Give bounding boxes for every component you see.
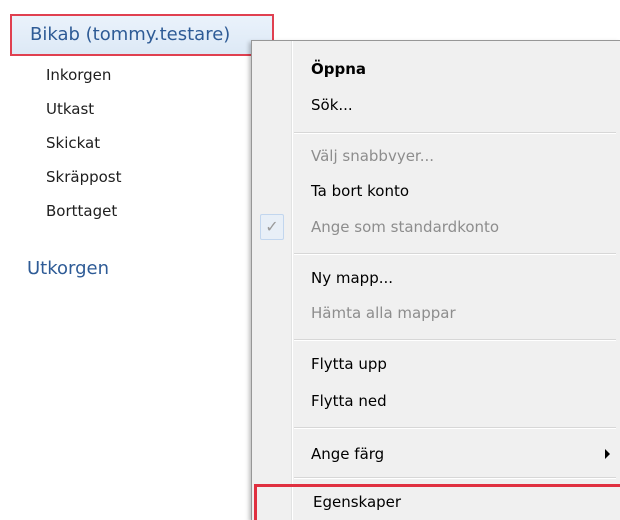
menu-item-label: Ta bort konto — [311, 182, 410, 200]
menu-item-quick-views[interactable]: Välj snabbvyer... — [252, 138, 620, 174]
account-header[interactable]: Bikab (tommy.testare) — [10, 14, 274, 56]
folder-list: Inkorgen Utkast Skickat Skräppost Bortta… — [46, 60, 121, 230]
checkmark-icon: ✓ — [260, 214, 284, 240]
menu-separator — [294, 132, 616, 134]
mail-window: Bikab (tommy.testare) Inkorgen Utkast Sk… — [0, 0, 620, 520]
folder-item-sent[interactable]: Skickat — [46, 128, 121, 162]
menu-item-search[interactable]: Sök... — [252, 87, 620, 123]
menu-item-properties[interactable]: Egenskaper — [254, 484, 620, 520]
menu-separator — [294, 427, 616, 429]
menu-item-set-default-account[interactable]: ✓ Ange som standardkonto — [252, 209, 620, 245]
menu-item-remove-account[interactable]: Ta bort konto — [252, 173, 620, 209]
folder-item-drafts[interactable]: Utkast — [46, 94, 121, 128]
menu-item-label: Öppna — [311, 60, 367, 78]
context-menu: Öppna Sök... Välj snabbvyer... Ta bort k… — [251, 40, 620, 520]
menu-item-label: Ange som standardkonto — [311, 218, 500, 236]
submenu-arrow-icon — [605, 449, 610, 459]
menu-item-label: Egenskaper — [313, 493, 402, 511]
menu-item-label: Ange färg — [311, 445, 385, 463]
folder-item-inbox[interactable]: Inkorgen — [46, 60, 121, 94]
menu-item-label: Ny mapp... — [311, 269, 394, 287]
menu-item-label: Flytta ned — [311, 392, 387, 410]
menu-separator — [294, 339, 616, 341]
menu-item-fetch-all-folders[interactable]: Hämta alla mappar — [252, 295, 620, 331]
menu-item-label: Sök... — [311, 96, 353, 114]
menu-item-label: Hämta alla mappar — [311, 304, 456, 322]
menu-separator — [294, 477, 616, 479]
menu-item-move-down[interactable]: Flytta ned — [252, 383, 620, 419]
menu-item-move-up[interactable]: Flytta upp — [252, 346, 620, 382]
menu-item-label: Flytta upp — [311, 355, 387, 373]
folder-item-outbox[interactable]: Utkorgen — [27, 258, 109, 279]
menu-separator — [294, 253, 616, 255]
folder-item-junk[interactable]: Skräppost — [46, 162, 121, 196]
menu-item-set-color[interactable]: Ange färg — [252, 436, 620, 472]
menu-item-open[interactable]: Öppna — [252, 51, 620, 87]
menu-item-new-folder[interactable]: Ny mapp... — [252, 260, 620, 296]
folder-item-deleted[interactable]: Borttaget — [46, 196, 121, 230]
menu-item-label: Välj snabbvyer... — [311, 147, 435, 165]
